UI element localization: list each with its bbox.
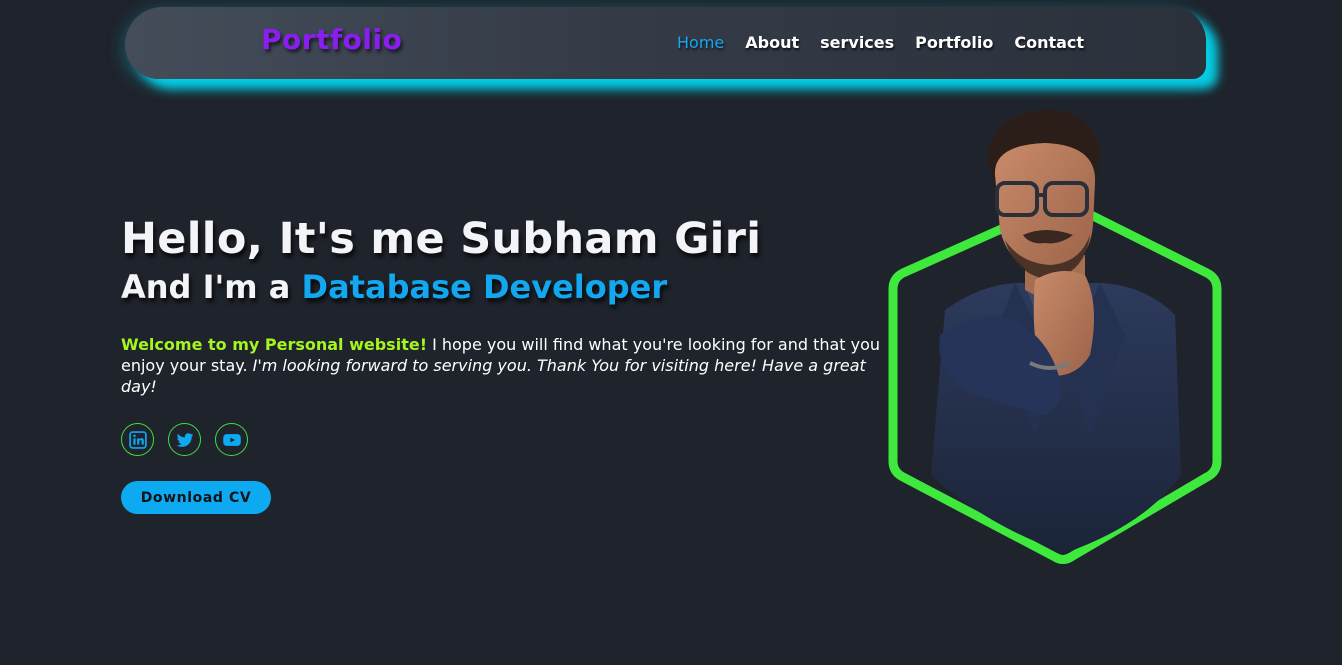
twitter-link[interactable] <box>168 423 201 456</box>
linkedin-link[interactable] <box>121 423 154 456</box>
linkedin-icon <box>128 430 147 449</box>
hero-section: Hello, It's me Subham Giri And I'm a Dat… <box>121 214 891 514</box>
twitter-icon <box>176 432 193 447</box>
social-links <box>121 423 891 456</box>
youtube-icon <box>222 433 241 446</box>
profile-hexagon-image <box>888 110 1222 564</box>
nav-link-services[interactable]: services <box>820 33 894 52</box>
hero-subtitle: And I'm a Database Developer <box>121 268 891 306</box>
intro-text: Welcome to my Personal website! I hope y… <box>121 334 886 397</box>
hero-title: Hello, It's me Subham Giri <box>121 214 762 264</box>
youtube-link[interactable] <box>215 423 248 456</box>
nav-link-portfolio[interactable]: Portfolio <box>915 33 993 52</box>
nav-link-contact[interactable]: Contact <box>1014 33 1084 52</box>
nav-link-home[interactable]: Home <box>677 33 724 52</box>
profile-portrait <box>885 105 1230 570</box>
intro-welcome: Welcome to my Personal website! <box>121 335 427 354</box>
navbar: Portfolio Home About services Portfolio … <box>125 7 1206 79</box>
nav-links: Home About services Portfolio Contact <box>677 33 1084 52</box>
nav-link-about[interactable]: About <box>745 33 799 52</box>
hero-subtitle-prefix: And I'm a <box>121 268 302 306</box>
download-cv-button[interactable]: Download CV <box>121 481 271 514</box>
logo[interactable]: Portfolio <box>261 23 402 56</box>
hero-role: Database Developer <box>301 268 668 306</box>
